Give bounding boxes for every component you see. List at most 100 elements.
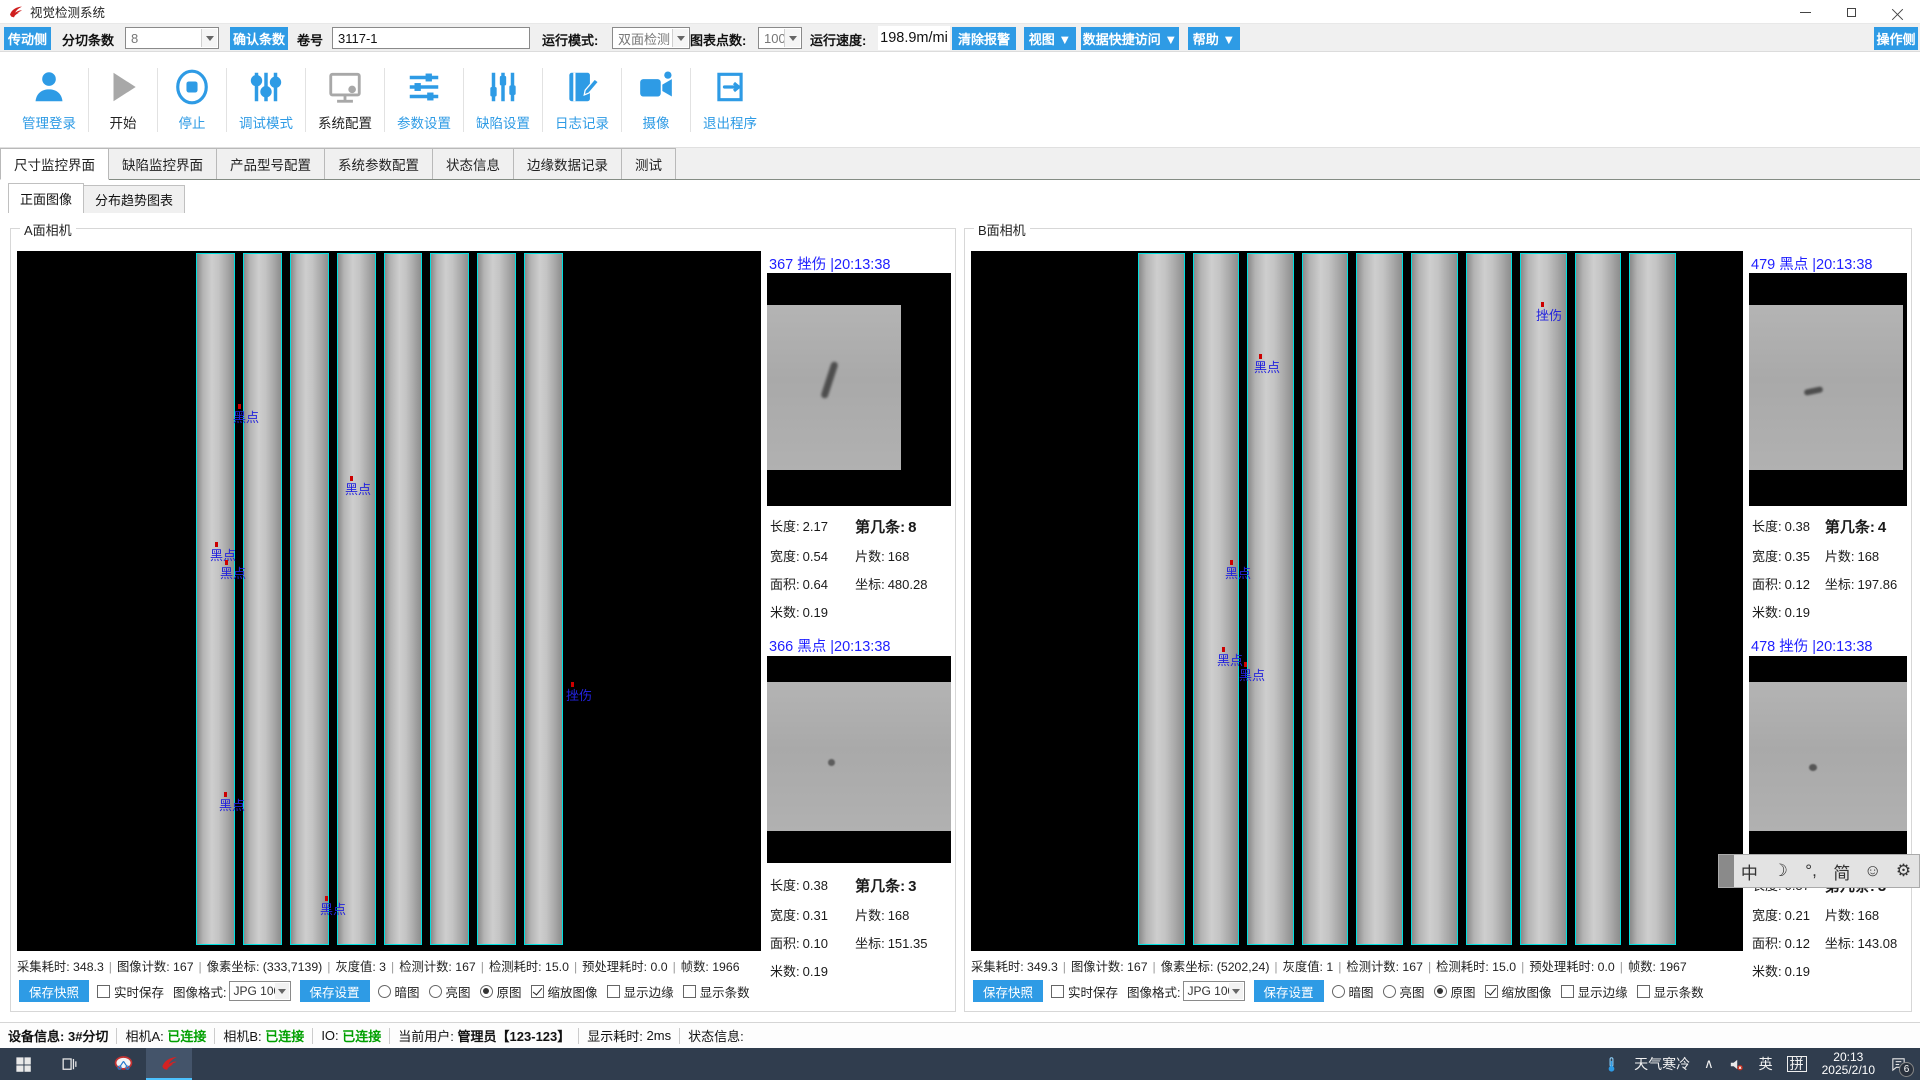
dark-image-radio[interactable]: 暗图 (378, 982, 420, 1001)
data-quick-access-button[interactable]: 数据快捷访问 ▼ (1081, 27, 1179, 50)
save-settings-button[interactable]: 保存设置 (300, 980, 370, 1002)
subtab-1[interactable]: 正面图像 (8, 183, 84, 213)
ime-emoticon-icon[interactable]: ☺ (1857, 861, 1888, 881)
task-view-button[interactable] (46, 1048, 92, 1080)
defect-card: 479 黑点 |20:13:38 长度:0.38 第几条:4 宽度:0.35 片… (1749, 253, 1907, 623)
toolbar-item-label: 开始 (110, 112, 137, 132)
defect-markers-layer: 挫伤黑点黑点黑点黑点 (971, 251, 1743, 951)
toolbar-item-video-capture[interactable]: 摄像 (624, 58, 688, 142)
zoom-image-checkbox[interactable]: 缩放图像 (1485, 982, 1552, 1001)
stat-item: 帧数: 1966 (681, 960, 740, 974)
windows-start-button[interactable] (0, 1048, 46, 1080)
toolbar-item-log-record[interactable]: 日志记录 (545, 58, 619, 142)
help-menu-button[interactable]: 帮助 ▼ (1188, 27, 1240, 50)
tab-6[interactable]: 边缘数据记录 (513, 148, 622, 179)
close-button[interactable] (1874, 0, 1920, 24)
defect-thumbnail[interactable] (1749, 656, 1907, 863)
image-format-select[interactable]: JPG 100 (229, 981, 291, 1001)
acquisition-stats: 采集耗时: 349.3|图像计数: 167|像素坐标: (5202,24)|灰度… (971, 957, 1687, 975)
stat-item: 像素坐标: (333,7139) (207, 960, 323, 974)
bright-image-radio[interactable]: 亮图 (429, 982, 471, 1001)
zoom-image-checkbox[interactable]: 缩放图像 (531, 982, 598, 1001)
camera-b-live-image[interactable]: 挫伤黑点黑点黑点黑点 (971, 251, 1743, 951)
weather-text[interactable]: 天气寒冷 (1634, 1054, 1690, 1074)
maximize-button[interactable] (1828, 0, 1874, 24)
original-image-radio[interactable]: 原图 (1434, 982, 1476, 1001)
show-edge-checkbox[interactable]: 显示边缘 (607, 982, 674, 1001)
camera-a-live-image[interactable]: 黑点黑点黑点黑点挫伤黑点黑点 (17, 251, 761, 951)
defect-marker: 黑点 (1239, 669, 1265, 683)
original-image-radio[interactable]: 原图 (480, 982, 522, 1001)
dark-image-radio[interactable]: 暗图 (1332, 982, 1374, 1001)
ime-simplified-chinese[interactable]: 简 (1826, 859, 1857, 884)
ime-fullwidth-moon-icon[interactable]: ☽ (1765, 861, 1796, 881)
show-edge-checkbox[interactable]: 显示边缘 (1561, 982, 1628, 1001)
defect-card: 366 黑点 |20:13:38 长度:0.38 第几条:3 宽度:0.31 片… (767, 635, 951, 985)
toolbar-item-exit-program[interactable]: 退出程序 (693, 58, 767, 142)
drive-side-button[interactable]: 传动侧 (4, 27, 51, 50)
ime-drag-handle[interactable] (1719, 855, 1734, 887)
tab-2[interactable]: 缺陷监控界面 (108, 148, 217, 179)
realtime-save-checkbox[interactable]: 实时保存 (1051, 982, 1118, 1001)
user-icon (30, 68, 68, 106)
toolbar-item-admin-login[interactable]: 管理登录 (12, 58, 86, 142)
subtab-2[interactable]: 分布趋势图表 (83, 185, 185, 213)
taskbar-clock[interactable]: 20:13 2025/2/10 (1822, 1051, 1875, 1077)
roll-number-input[interactable]: 3117-1 (332, 27, 530, 49)
save-settings-button[interactable]: 保存设置 (1254, 980, 1324, 1002)
view-menu-button[interactable]: 视图 ▼ (1024, 27, 1076, 50)
toolbar-item-defect-settings[interactable]: 缺陷设置 (466, 58, 540, 142)
toolbar-divider (542, 68, 543, 132)
confirm-count-button[interactable]: 确认条数 (230, 27, 288, 50)
notification-center-button[interactable]: 6 (1890, 1056, 1907, 1073)
slit-count-select[interactable]: 8 (125, 27, 219, 49)
tab-4[interactable]: 系统参数配置 (324, 148, 433, 179)
image-format-select[interactable]: JPG 100 (1183, 981, 1245, 1001)
windows-logo-icon (14, 1055, 33, 1074)
defect-thumbnail[interactable] (767, 273, 951, 506)
panel-camera-b: B面相机 挫伤黑点黑点黑点黑点 479 黑点 |20:13:38 长度:0.38… (964, 228, 1912, 1012)
image-format-label: 图像格式: (173, 982, 226, 1001)
io-label: IO: (321, 1028, 338, 1043)
tab-5[interactable]: 状态信息 (432, 148, 514, 179)
toolbar-item-stop[interactable]: 停止 (160, 58, 224, 142)
defect-markers-layer: 黑点黑点黑点黑点挫伤黑点黑点 (17, 251, 761, 951)
save-snapshot-button[interactable]: 保存快照 (973, 980, 1043, 1002)
show-strip-count-checkbox[interactable]: 显示条数 (1637, 982, 1704, 1001)
snipping-tool-button[interactable] (100, 1048, 146, 1080)
ime-settings-icon[interactable]: ⚙ (1888, 861, 1919, 881)
toolbar-item-start[interactable]: 开始 (91, 58, 155, 142)
sliders-h-icon (405, 68, 443, 106)
realtime-save-checkbox[interactable]: 实时保存 (97, 982, 164, 1001)
ime-pinyin-indicator[interactable]: 拼 (1787, 1056, 1807, 1072)
tab-1[interactable]: 尺寸监控界面 (0, 148, 109, 180)
toolbar-item-label: 系统配置 (318, 112, 372, 132)
system-tray: 天气寒冷 ∧ 英 拼 20:13 2025/2/10 6 (1596, 1048, 1914, 1080)
save-snapshot-button[interactable]: 保存快照 (19, 980, 89, 1002)
bright-image-radio[interactable]: 亮图 (1383, 982, 1425, 1001)
run-mode-select[interactable]: 双面检测 (612, 27, 690, 49)
defect-marker: 黑点 (1254, 361, 1280, 375)
ime-punctuation-icon[interactable]: °, (1796, 861, 1827, 881)
stat-divider: | (1620, 960, 1623, 974)
tray-expand-chevron[interactable]: ∧ (1704, 1056, 1714, 1072)
show-strip-count-checkbox[interactable]: 显示条数 (683, 982, 750, 1001)
ime-chinese-mode[interactable]: 中 (1734, 859, 1765, 884)
toolbar-item-debug-mode[interactable]: 调试模式 (229, 58, 303, 142)
operate-side-button[interactable]: 操作侧 (1874, 27, 1918, 50)
vision-app-taskbar-button[interactable] (146, 1048, 192, 1080)
minimize-button[interactable] (1782, 0, 1828, 24)
chart-points-select[interactable]: 100 (758, 27, 802, 49)
speaker-muted-icon[interactable] (1728, 1056, 1745, 1073)
tab-7[interactable]: 测试 (621, 148, 676, 179)
ime-language-en[interactable]: 英 (1759, 1054, 1773, 1074)
stat-divider: | (1063, 960, 1066, 974)
defect-thumbnail[interactable] (1749, 273, 1907, 506)
clear-alarm-button[interactable]: 清除报警 (952, 27, 1016, 50)
tab-3[interactable]: 产品型号配置 (216, 148, 325, 179)
stat-divider: | (673, 960, 676, 974)
toolbar-divider (463, 68, 464, 132)
defect-thumbnail[interactable] (767, 656, 951, 863)
toolbar-item-param-settings[interactable]: 参数设置 (387, 58, 461, 142)
toolbar-item-system-config[interactable]: 系统配置 (308, 58, 382, 142)
